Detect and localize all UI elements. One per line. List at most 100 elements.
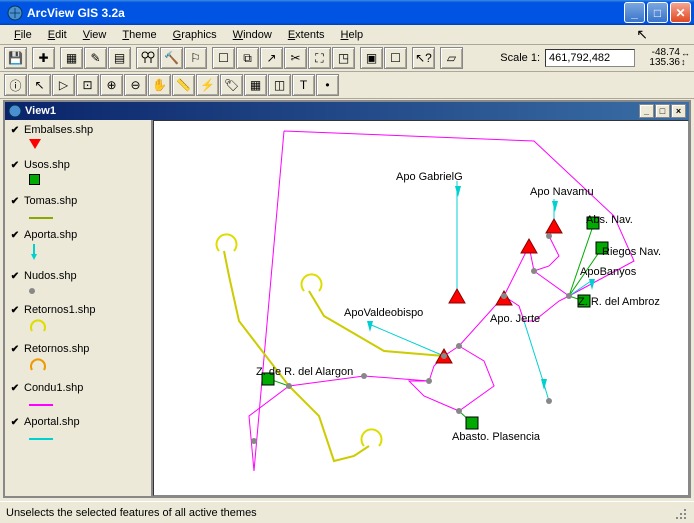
menu-view[interactable]: View xyxy=(75,27,115,43)
map-feature-label: Abasto. Plasencia xyxy=(452,431,540,443)
scale-input[interactable] xyxy=(545,49,635,67)
layer-symbol xyxy=(7,395,149,413)
layer-checkmark-icon[interactable]: ✔ xyxy=(9,229,21,241)
layer-name: Aportal.shp xyxy=(24,416,80,428)
view-close-button[interactable]: × xyxy=(671,104,686,118)
switch-selection-button[interactable]: ⧉ xyxy=(236,47,259,69)
menu-theme[interactable]: Theme xyxy=(114,27,164,43)
minimize-button[interactable]: _ xyxy=(624,2,645,23)
snap-tool[interactable]: ◫ xyxy=(268,74,291,96)
map-feature-label: Abs. Nav. xyxy=(586,214,633,226)
close-button[interactable]: ✕ xyxy=(670,2,691,23)
promote-button[interactable]: ↗ xyxy=(260,47,283,69)
save-button[interactable]: 💾 xyxy=(4,47,27,69)
vertex-edit-tool[interactable]: ▷ xyxy=(52,74,75,96)
coordinate-readout: -48.74 135.36 xyxy=(636,48,680,68)
view-window: View1 _ □ × ✔ Embalses.shp ✔ Usos.shp ✔ … xyxy=(3,100,691,498)
zoom-active-button[interactable]: ◳ xyxy=(332,47,355,69)
view-titlebar[interactable]: View1 _ □ × xyxy=(5,102,689,120)
map-feature-label: Apo GabrielG xyxy=(396,171,463,183)
layer-name: Aporta.shp xyxy=(24,229,77,241)
layer-item[interactable]: ✔ Nudos.shp xyxy=(7,269,149,301)
layer-name: Condu1.shp xyxy=(24,382,83,394)
table-of-contents[interactable]: ✔ Embalses.shp ✔ Usos.shp ✔ Tomas.shp ✔ … xyxy=(5,120,153,496)
layer-name: Nudos.shp xyxy=(24,270,77,282)
label-tool[interactable]: 🏷 xyxy=(220,74,243,96)
layer-name: Retornos1.shp xyxy=(24,304,96,316)
maximize-button[interactable]: □ xyxy=(647,2,668,23)
layer-item[interactable]: ✔ Condu1.shp xyxy=(7,381,149,413)
layer-checkmark-icon[interactable]: ✔ xyxy=(9,304,21,316)
map-feature-label: Z. de R. del Alargon xyxy=(256,366,353,378)
layer-symbol xyxy=(7,208,149,226)
map-feature-label: Z. R. del Ambroz xyxy=(578,296,660,308)
zoom-in-button[interactable]: ⊕ xyxy=(100,74,123,96)
map-canvas[interactable]: Apo GabrielG Apo Navamu Abs. Nav. Riegos Na… xyxy=(153,120,689,496)
menubar: File Edit View Theme Graphics Window Ext… xyxy=(0,25,694,45)
layer-item[interactable]: ✔ Aportal.shp xyxy=(7,415,149,447)
map-feature-label: ApoValdeobispo xyxy=(344,307,423,319)
menu-edit[interactable]: Edit xyxy=(40,27,75,43)
hotlink-tool[interactable]: ⚡ xyxy=(196,74,219,96)
layer-item[interactable]: ✔ Aporta.shp xyxy=(7,228,149,267)
layout-button[interactable]: ▱ xyxy=(440,47,463,69)
layer-name: Tomas.shp xyxy=(24,195,77,207)
resize-grip[interactable] xyxy=(672,505,688,521)
zoom-out-button[interactable]: ⊖ xyxy=(124,74,147,96)
scale-label: Scale 1: xyxy=(500,52,540,64)
cursor-icon: ↖ xyxy=(636,26,648,43)
open-table-button[interactable]: ▤ xyxy=(108,47,131,69)
help-pointer-button[interactable]: ↖? xyxy=(412,47,435,69)
layer-name: Embalses.shp xyxy=(24,124,93,136)
measure-tool[interactable]: 📏 xyxy=(172,74,195,96)
query-button[interactable]: 🔨 xyxy=(160,47,183,69)
map-feature-label: Apo Navamu xyxy=(530,186,594,198)
join-button[interactable]: ✂ xyxy=(284,47,307,69)
window-title: ArcView GIS 3.2a xyxy=(27,6,622,20)
zoom-full-button[interactable]: ⛶ xyxy=(308,47,331,69)
pointer-tool[interactable]: ↖ xyxy=(28,74,51,96)
layer-checkmark-icon[interactable]: ✔ xyxy=(9,343,21,355)
layer-checkmark-icon[interactable]: ✔ xyxy=(9,382,21,394)
menu-file[interactable]: File xyxy=(6,27,40,43)
layer-symbol xyxy=(7,429,149,447)
edit-legend-button[interactable]: ✎ xyxy=(84,47,107,69)
select-features-button[interactable]: ▣ xyxy=(360,47,383,69)
text-tool[interactable]: T xyxy=(292,74,315,96)
theme-props-button[interactable]: ▦ xyxy=(60,47,83,69)
layer-symbol xyxy=(7,137,149,156)
layer-checkmark-icon[interactable]: ✔ xyxy=(9,270,21,282)
coord-arrows: ↔↕ xyxy=(681,49,690,67)
layer-symbol xyxy=(7,172,149,192)
identify-tool[interactable]: ⓘ xyxy=(4,74,27,96)
menu-graphics[interactable]: Graphics xyxy=(165,27,225,43)
view-maximize-button[interactable]: □ xyxy=(655,104,670,118)
statusbar-text: Unselects the selected features of all a… xyxy=(6,507,672,519)
layer-checkmark-icon[interactable]: ✔ xyxy=(9,195,21,207)
view-title: View1 xyxy=(25,105,638,117)
draw-point-tool[interactable]: • xyxy=(316,74,339,96)
view-minimize-button[interactable]: _ xyxy=(639,104,654,118)
unselect-button[interactable]: ☐ xyxy=(384,47,407,69)
menu-extents[interactable]: Extents xyxy=(280,27,333,43)
layer-symbol xyxy=(7,242,149,267)
layer-item[interactable]: ✔ Retornos1.shp xyxy=(7,303,149,340)
zoom-in-tool[interactable]: ⊡ xyxy=(76,74,99,96)
map-feature-label: ApoBanyos xyxy=(580,266,636,278)
menu-help[interactable]: Help xyxy=(333,27,372,43)
menu-window[interactable]: Window xyxy=(225,27,280,43)
layer-checkmark-icon[interactable]: ✔ xyxy=(9,159,21,171)
layer-item[interactable]: ✔ Retornos.shp xyxy=(7,342,149,379)
map-feature-label: Riegos Nav. xyxy=(602,246,661,258)
pan-tool[interactable]: ✋ xyxy=(148,74,171,96)
find-button[interactable] xyxy=(136,47,159,69)
layer-checkmark-icon[interactable]: ✔ xyxy=(9,416,21,428)
locate-button[interactable]: ⚐ xyxy=(184,47,207,69)
layer-item[interactable]: ✔ Tomas.shp xyxy=(7,194,149,226)
add-theme-button[interactable]: ✚ xyxy=(32,47,55,69)
aoi-tool[interactable]: ▦ xyxy=(244,74,267,96)
clear-selection-button[interactable]: ☐ xyxy=(212,47,235,69)
layer-checkmark-icon[interactable]: ✔ xyxy=(9,124,21,136)
layer-item[interactable]: ✔ Embalses.shp xyxy=(7,123,149,156)
layer-item[interactable]: ✔ Usos.shp xyxy=(7,158,149,192)
